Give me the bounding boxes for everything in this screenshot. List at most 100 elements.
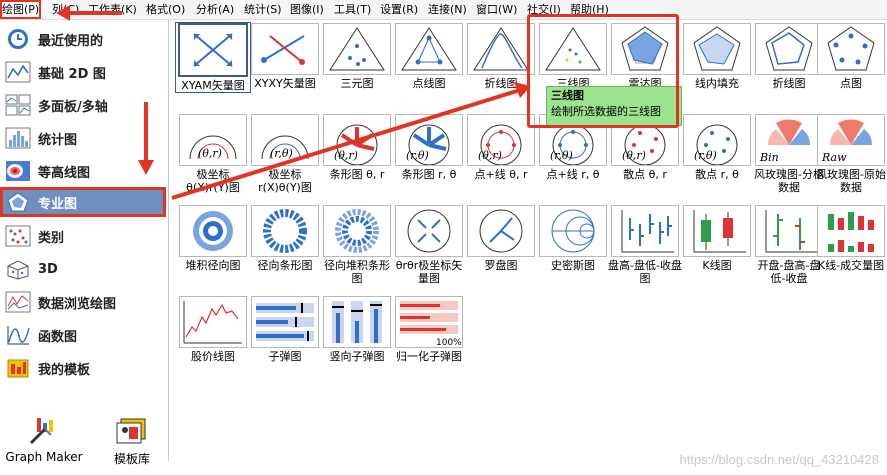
sidebar-item-label: 数据浏览绘图: [38, 296, 117, 312]
menu-analysis[interactable]: 分析(A): [196, 2, 234, 17]
tile-radial-bar[interactable]: 径向条形图: [248, 205, 322, 272]
tile-caption: 堆积径向图: [185, 259, 241, 272]
tile-caption: 股价线图: [191, 350, 235, 363]
tile-polar-r-theta[interactable]: (r,θ) 极坐标r(X)θ(Y)图: [248, 114, 322, 194]
menu-format[interactable]: 格式(O): [146, 2, 185, 17]
graph-maker-button[interactable]: Graph Maker: [4, 415, 84, 475]
svg-text:100%: 100%: [436, 338, 462, 348]
normalized-bullet-icon: 100%: [395, 296, 463, 348]
tile-xyxy-vector[interactable]: XYXY矢量图: [248, 23, 322, 90]
tile-bullet[interactable]: 子弹图: [248, 296, 322, 363]
tile-candlestick-volume[interactable]: K线-成交量图: [814, 205, 887, 272]
sidebar-item-multi-panel[interactable]: 多面板/多轴: [0, 90, 166, 120]
menu-settings[interactable]: 设置(R): [380, 2, 418, 17]
tile-caption: 风玫瑰图-原始数据: [816, 168, 886, 194]
ternary-icon: [323, 23, 391, 75]
sidebar-item-data-explore[interactable]: 数据浏览绘图: [0, 287, 166, 317]
sidebar-item-label: 专业图: [38, 196, 78, 212]
xyxy-vector-icon: [251, 23, 319, 75]
wind-rose-icon: Bin: [755, 114, 823, 166]
tile-caption: 线内填充: [695, 77, 739, 90]
tile-caption: 极坐标θ(X)r(Y)图: [186, 168, 240, 194]
bullet-icon: [251, 296, 319, 348]
tile-compass[interactable]: 罗盘图: [464, 205, 538, 272]
wind-rose-icon: Raw: [817, 114, 885, 166]
polar-theta-r-icon: (θ,r): [179, 114, 247, 166]
tile-caption: 散点 r, θ: [695, 168, 739, 181]
menu-column[interactable]: 列(C): [52, 2, 79, 17]
radar-fill-icon: [683, 23, 751, 75]
sidebar-item-label: 多面板/多轴: [38, 99, 108, 115]
sidebar-item-recent[interactable]: 最近使用的: [0, 24, 166, 54]
tile-polar-bar-r-theta[interactable]: (r,θ) 条形图 r, θ: [392, 114, 466, 181]
svg-text:Raw: Raw: [821, 151, 847, 164]
sidebar-item-label: 3D: [38, 261, 58, 277]
tile-ternary-line-symbol[interactable]: 点线图: [392, 23, 466, 90]
tile-stock-line[interactable]: 股价线图: [176, 296, 250, 363]
sidebar-item-label: 函数图: [38, 329, 78, 345]
svg-text:(r,θ): (r,θ): [550, 149, 573, 162]
menu-tools[interactable]: 工具(T): [334, 2, 371, 17]
sidebar-item-my-templates[interactable]: 我的模板: [0, 353, 166, 383]
tile-polar-scatter-r-theta[interactable]: (r,θ) 散点 r, θ: [680, 114, 754, 181]
tile-radar-scatter[interactable]: 点图: [814, 23, 887, 90]
tile-caption: 盘高-盘低-收盘图: [608, 259, 682, 285]
tile-caption: 史密斯图: [551, 259, 595, 272]
vertical-bullet-icon: [323, 296, 391, 348]
sidebar-item-statistics[interactable]: 统计图: [0, 123, 166, 153]
svg-text:(θ,r): (θ,r): [334, 149, 358, 162]
tile-caption: 罗盘图: [484, 259, 518, 272]
sidebar-item-specialized[interactable]: 专业图: [0, 187, 166, 217]
template-icon: [4, 356, 32, 380]
menu-bar: 绘图(P) 列(C) 工作表(K) 格式(O) 分析(A) 统计(S) 图像(I…: [0, 0, 887, 20]
tile-caption: XYXY矢量图: [254, 77, 316, 90]
menu-worksheet[interactable]: 工作表(K): [88, 2, 137, 17]
specialized-chart-icon: [4, 190, 32, 214]
sidebar-item-category[interactable]: 类别: [0, 221, 166, 251]
tile-stacked-radial[interactable]: 堆积径向图: [176, 205, 250, 272]
tile-ternary[interactable]: 三元图: [320, 23, 394, 90]
svg-text:(r,θ): (r,θ): [694, 149, 717, 162]
menu-statistics[interactable]: 统计(S): [244, 2, 282, 17]
tile-wind-rose-raw[interactable]: Raw 风玫瑰图-原始数据: [814, 114, 887, 194]
menu-image[interactable]: 图像(I): [290, 2, 324, 17]
ohlc-icon: [755, 205, 823, 257]
tile-caption: θrθr极坐标矢量图: [395, 259, 463, 285]
cube-3d-icon: [4, 257, 32, 281]
line-chart-icon: [4, 60, 32, 84]
tile-caption: 点+线 r, θ: [546, 168, 600, 181]
tile-caption: 条形图 r, θ: [401, 168, 457, 181]
tile-radial-stacked-bar[interactable]: 径向堆积条形图: [320, 205, 394, 285]
sidebar-item-label: 统计图: [38, 132, 78, 148]
tile-polar-vector[interactable]: θrθr极坐标矢量图: [392, 205, 466, 285]
tile-radar-fill[interactable]: 线内填充: [680, 23, 754, 90]
polar-scatter-icon: (r,θ): [683, 114, 751, 166]
ternary-line-icon: [467, 23, 535, 75]
tile-caption: 散点 θ, r: [623, 168, 667, 181]
tile-caption: 竖向子弹图: [329, 350, 385, 363]
histogram-icon: [4, 126, 32, 150]
tile-polar-bar-theta-r[interactable]: (θ,r) 条形图 θ, r: [320, 114, 394, 181]
xyam-vector-icon: [178, 23, 248, 77]
template-library-icon: [115, 415, 149, 445]
stacked-radial-icon: [179, 205, 247, 257]
tile-candlestick[interactable]: K线图: [680, 205, 754, 272]
candlestick-volume-icon: [817, 205, 885, 257]
highlight-box: [527, 14, 679, 128]
sidebar-item-function[interactable]: 函数图: [0, 320, 166, 350]
menu-connect[interactable]: 连接(N): [428, 2, 467, 17]
tile-vertical-bullet[interactable]: 竖向子弹图: [320, 296, 394, 363]
menu-plot[interactable]: 绘图(P): [0, 0, 42, 19]
sidebar-item-label: 最近使用的: [38, 33, 104, 49]
sidebar-item-3d[interactable]: 3D: [0, 254, 166, 284]
tile-high-low-close[interactable]: 盘高-盘低-收盘图: [608, 205, 682, 285]
menu-window[interactable]: 窗口(W): [476, 2, 517, 17]
tile-xyam-vector[interactable]: XYAM矢量图: [175, 22, 251, 93]
template-library-button[interactable]: 模板库: [92, 415, 172, 475]
sidebar-item-basic-2d[interactable]: 基础 2D 图: [0, 57, 166, 87]
tile-normalized-bullet[interactable]: 100% 归一化子弹图: [392, 296, 466, 363]
tile-polar-theta-r[interactable]: (θ,r) 极坐标θ(X)r(Y)图: [176, 114, 250, 194]
sidebar-item-contour[interactable]: 等高线图: [0, 156, 166, 186]
smith-chart-icon: [539, 205, 607, 257]
tile-smith-chart[interactable]: 史密斯图: [536, 205, 610, 272]
